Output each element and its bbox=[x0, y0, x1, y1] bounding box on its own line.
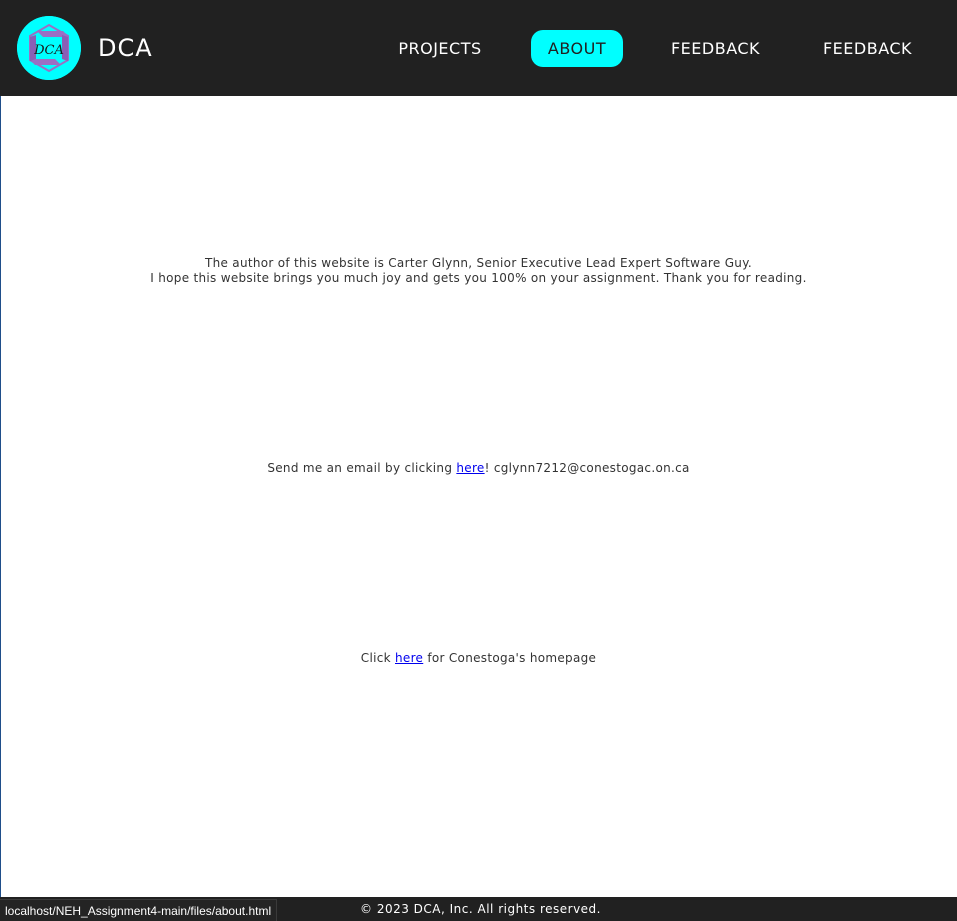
email-line: Send me an email by clicking here! cglyn… bbox=[0, 461, 957, 476]
about-line-author: The author of this website is Carter Gly… bbox=[204, 256, 753, 270]
email-suffix: ! cglynn7212@conestogac.on.ca bbox=[484, 461, 690, 475]
logo-monogram: DCA bbox=[33, 43, 64, 58]
nav-about-active[interactable]: ABOUT bbox=[531, 30, 623, 67]
browser-status-url: localhost/NEH_Assignment4-main/files/abo… bbox=[0, 899, 278, 921]
about-line-thanks: I hope this website brings you much joy … bbox=[150, 271, 807, 285]
copyright-text: © 2023 DCA, Inc. All rights reserved. bbox=[360, 902, 601, 916]
email-link[interactable]: here bbox=[456, 461, 484, 475]
brand-name[interactable]: DCA bbox=[98, 32, 153, 64]
dca-logo-icon[interactable]: DCA bbox=[17, 16, 81, 80]
homepage-link[interactable]: here bbox=[395, 651, 423, 665]
site-header: DCA DCA PROJECTS ABOUT FEEDBACK FEEDBACK bbox=[0, 0, 957, 96]
nav-projects[interactable]: PROJECTS bbox=[385, 30, 495, 67]
homepage-line: Click here for Conestoga's homepage bbox=[0, 651, 957, 666]
nav-feedback-secondary[interactable]: FEEDBACK bbox=[810, 30, 925, 67]
homepage-suffix: for Conestoga's homepage bbox=[423, 651, 597, 665]
about-paragraph: The author of this website is Carter Gly… bbox=[0, 256, 957, 286]
homepage-prefix: Click bbox=[360, 651, 395, 665]
email-prefix: Send me an email by clicking bbox=[267, 461, 457, 475]
page: DCA DCA PROJECTS ABOUT FEEDBACK FEEDBACK… bbox=[0, 0, 957, 921]
nav-feedback[interactable]: FEEDBACK bbox=[658, 30, 773, 67]
